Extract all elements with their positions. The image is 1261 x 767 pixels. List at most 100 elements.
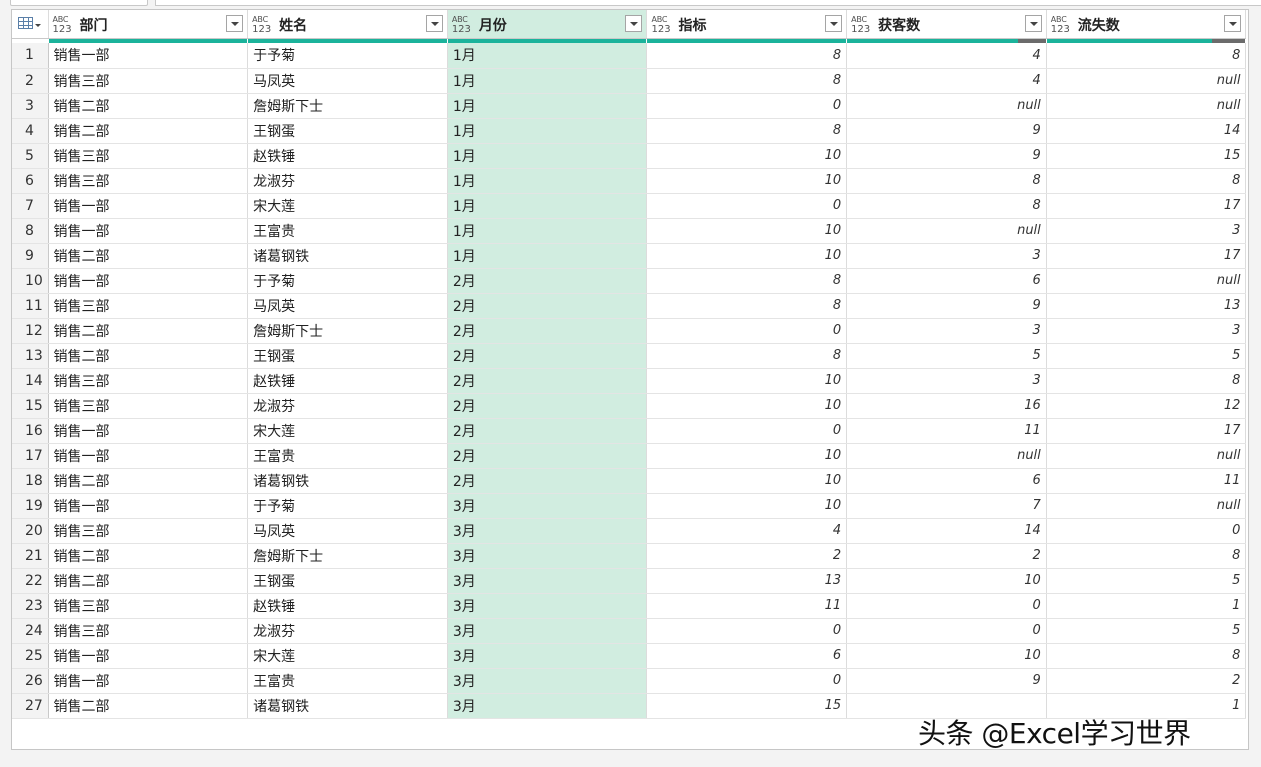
table-cell[interactable]: 3月 — [447, 668, 648, 694]
table-cell[interactable]: 0 — [1046, 518, 1247, 544]
table-cell[interactable]: 8 — [1046, 43, 1247, 69]
table-cell[interactable]: 7 — [846, 493, 1047, 519]
table-cell[interactable]: 3月 — [447, 543, 648, 569]
table-cell[interactable]: null — [1046, 493, 1247, 519]
table-cell[interactable]: 8 — [1046, 643, 1247, 669]
table-cell[interactable]: 销售一部 — [48, 268, 249, 294]
table-cell[interactable]: 销售二部 — [48, 318, 249, 344]
table-cell[interactable]: 10 — [646, 168, 848, 194]
table-cell[interactable]: 销售三部 — [48, 168, 249, 194]
table-cell[interactable]: 龙淑芬 — [247, 618, 448, 644]
table-cell[interactable]: 4 — [846, 43, 1047, 69]
table-cell[interactable]: 销售三部 — [48, 68, 249, 94]
table-cell[interactable]: 9 — [846, 143, 1047, 169]
table-cell[interactable]: 2月 — [447, 318, 648, 344]
table-cell[interactable]: 1月 — [447, 143, 648, 169]
table-cell[interactable]: 宋大莲 — [247, 418, 448, 444]
table-cell[interactable]: null — [1046, 68, 1247, 94]
table-corner-menu[interactable] — [12, 10, 49, 39]
table-cell[interactable]: 王钢蛋 — [247, 343, 448, 369]
table-cell[interactable]: 16 — [846, 393, 1047, 419]
table-cell[interactable]: 王富贵 — [247, 443, 448, 469]
any-type-icon[interactable]: ABC 123 — [252, 15, 274, 35]
table-cell[interactable]: 王钢蛋 — [247, 568, 448, 594]
table-cell[interactable]: 6 — [846, 468, 1047, 494]
table-cell[interactable]: 2月 — [447, 368, 648, 394]
table-cell[interactable]: null — [1046, 268, 1247, 294]
table-cell[interactable]: 3月 — [447, 618, 648, 644]
table-cell[interactable]: 8 — [646, 43, 848, 69]
table-cell[interactable]: 11 — [846, 418, 1047, 444]
filter-dropdown-icon[interactable] — [1024, 15, 1042, 32]
table-cell[interactable]: 1月 — [447, 93, 648, 119]
table-cell[interactable]: 3月 — [447, 643, 648, 669]
query-name-box[interactable] — [10, 0, 148, 6]
table-cell[interactable]: 赵铁锤 — [247, 143, 448, 169]
table-cell[interactable]: 诸葛钢铁 — [247, 693, 448, 719]
table-cell[interactable]: 王富贵 — [247, 668, 448, 694]
table-cell[interactable]: 1月 — [447, 168, 648, 194]
table-cell[interactable]: 龙淑芬 — [247, 393, 448, 419]
table-cell[interactable]: 5 — [1046, 618, 1247, 644]
table-cell[interactable]: 17 — [1046, 193, 1247, 219]
table-cell[interactable]: 15 — [646, 693, 848, 719]
table-cell[interactable]: 销售三部 — [48, 393, 249, 419]
table-cell[interactable]: 10 — [646, 493, 848, 519]
table-cell[interactable]: 6 — [646, 643, 848, 669]
table-cell[interactable]: 销售一部 — [48, 643, 249, 669]
column-header-3[interactable]: ABC 123 月份 — [447, 10, 648, 39]
table-cell[interactable]: 14 — [846, 518, 1047, 544]
table-cell[interactable]: 王富贵 — [247, 218, 448, 244]
table-cell[interactable]: 5 — [1046, 343, 1247, 369]
table-cell[interactable]: 销售一部 — [48, 668, 249, 694]
table-cell[interactable]: 销售三部 — [48, 143, 249, 169]
table-cell[interactable]: 詹姆斯下士 — [247, 543, 448, 569]
table-cell[interactable]: 8 — [646, 293, 848, 319]
table-cell[interactable]: null — [846, 93, 1047, 119]
table-cell[interactable]: 1月 — [447, 118, 648, 144]
table-cell[interactable]: 10 — [846, 568, 1047, 594]
table-cell[interactable]: 销售二部 — [48, 568, 249, 594]
any-type-icon[interactable]: ABC 123 — [651, 15, 673, 35]
table-cell[interactable]: 龙淑芬 — [247, 168, 448, 194]
table-cell[interactable]: 3 — [846, 318, 1047, 344]
table-cell[interactable]: 销售一部 — [48, 418, 249, 444]
table-cell[interactable]: 3月 — [447, 568, 648, 594]
table-cell[interactable]: 10 — [846, 643, 1047, 669]
any-type-icon[interactable]: ABC 123 — [452, 15, 474, 35]
table-cell[interactable]: 3月 — [447, 593, 648, 619]
column-header-4[interactable]: ABC 123 指标 — [646, 10, 848, 39]
table-cell[interactable]: 12 — [1046, 393, 1247, 419]
table-cell[interactable]: 销售二部 — [48, 543, 249, 569]
table-cell[interactable]: 8 — [1046, 368, 1247, 394]
table-cell[interactable]: null — [1046, 443, 1247, 469]
table-cell[interactable]: 销售一部 — [48, 193, 249, 219]
table-cell[interactable]: 2月 — [447, 393, 648, 419]
table-cell[interactable]: 销售三部 — [48, 518, 249, 544]
table-cell[interactable]: null — [846, 218, 1047, 244]
table-cell[interactable]: null — [846, 443, 1047, 469]
table-cell[interactable]: 0 — [646, 418, 848, 444]
any-type-icon[interactable]: ABC 123 — [851, 15, 873, 35]
table-cell[interactable]: 1 — [1046, 593, 1247, 619]
table-cell[interactable]: null — [1046, 93, 1247, 119]
table-cell[interactable]: 8 — [646, 268, 848, 294]
table-cell[interactable]: 2月 — [447, 293, 648, 319]
table-cell[interactable]: 3 — [846, 368, 1047, 394]
table-cell[interactable]: 0 — [846, 593, 1047, 619]
table-cell[interactable]: 詹姆斯下士 — [247, 318, 448, 344]
table-cell[interactable]: 2月 — [447, 343, 648, 369]
table-cell[interactable]: 1月 — [447, 68, 648, 94]
table-cell[interactable]: 0 — [646, 318, 848, 344]
formula-bar[interactable] — [155, 0, 1261, 6]
table-cell[interactable]: 8 — [646, 68, 848, 94]
table-cell[interactable]: 马凤英 — [247, 293, 448, 319]
table-cell[interactable]: 8 — [1046, 543, 1247, 569]
table-cell[interactable]: 3 — [1046, 218, 1247, 244]
table-cell[interactable]: 宋大莲 — [247, 193, 448, 219]
table-cell[interactable]: 销售一部 — [48, 43, 249, 69]
table-cell[interactable]: 8 — [846, 193, 1047, 219]
table-cell[interactable]: 9 — [846, 118, 1047, 144]
column-header-6[interactable]: ABC 123 流失数 — [1046, 10, 1247, 39]
table-cell[interactable]: 马凤英 — [247, 518, 448, 544]
